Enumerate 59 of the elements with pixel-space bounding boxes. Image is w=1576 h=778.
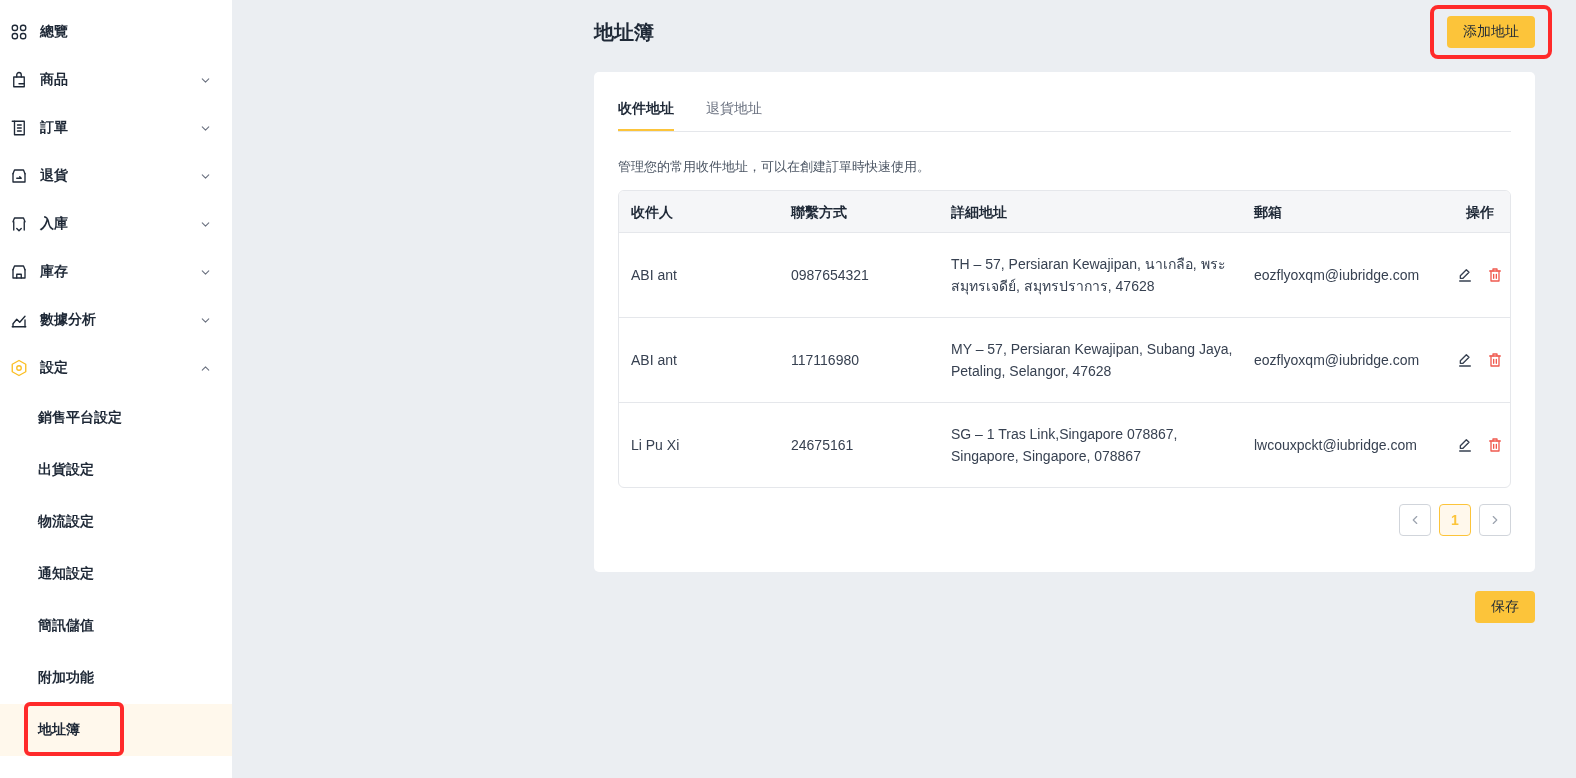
save-button[interactable]: 保存 [1475, 591, 1535, 623]
column-header: 操作 [1465, 202, 1495, 222]
table-cell-text: eozflyoxqm@iubridge.com [1253, 351, 1421, 370]
tab[interactable]: 退貨地址 [706, 96, 762, 131]
nav-label: 數據分析 [40, 311, 97, 329]
table-cell-text: Li Pu Xi [630, 436, 681, 455]
nav-item[interactable]: 總覽 [0, 8, 232, 56]
table-cell-text: TH – 57, Persiaran Kewajipan, นาเกลือ, พระสมุทรเจดีย์, สมุทรปราการ, 47628 [950, 255, 1227, 297]
add-address-button[interactable]: 添加地址 [1447, 16, 1535, 48]
nav-label: 商品 [40, 71, 69, 89]
grid-icon [10, 23, 28, 41]
description-text: 管理您的常用收件地址，可以在創建訂單時快速使用。 [618, 158, 931, 176]
table-cell-text: eozflyoxqm@iubridge.com [1253, 266, 1421, 285]
trash-icon[interactable] [1487, 352, 1503, 368]
nav-item[interactable]: 庫存 [0, 248, 232, 296]
table-cell-text: 0987654321 [790, 266, 870, 285]
nav-label: 庫存 [40, 263, 69, 281]
bag-icon [10, 71, 28, 89]
table-cell-text: SG – 1 Tras Link,Singapore 078867, Singapore, Singapore, 078867 [950, 425, 1179, 466]
nav-label: 設定 [40, 359, 69, 377]
nav-subitem[interactable]: 簡訊儲值 [0, 600, 232, 652]
column-header: 郵箱 [1253, 202, 1283, 222]
nav-item[interactable]: 訂單 [0, 104, 232, 152]
nav-item[interactable]: 數據分析 [0, 296, 232, 344]
store-return-icon [10, 167, 28, 185]
nav-subitem[interactable]: 附加功能 [0, 652, 232, 704]
nav-subitem[interactable]: 出貨設定 [0, 444, 232, 496]
tab[interactable]: 收件地址 [618, 96, 674, 131]
table-cell-text: 24675161 [790, 436, 855, 455]
nav-label: 訂單 [40, 119, 69, 137]
nav-subitem[interactable]: 通知設定 [0, 548, 232, 600]
edit-icon[interactable] [1457, 267, 1473, 283]
nav-label: 退貨 [40, 167, 69, 185]
store-icon [10, 263, 28, 281]
nav-item[interactable]: 商品 [0, 56, 232, 104]
nav-subitem[interactable]: 地址簿 [0, 704, 232, 756]
column-header: 詳細地址 [950, 202, 1008, 222]
page-title: 地址簿 [594, 19, 654, 45]
table-cell-text: ABI ant [630, 351, 678, 370]
table-cell-text: MY – 57, Persiaran Kewajipan, Subang Jaya, Petaling, Selangor, 47628 [950, 340, 1234, 381]
nav-item[interactable]: 入庫 [0, 200, 232, 248]
table-cell-text: 117116980 [790, 351, 860, 370]
nav-subitem[interactable]: 物流設定 [0, 496, 232, 548]
column-header: 收件人 [630, 202, 674, 222]
edit-icon[interactable] [1457, 352, 1473, 368]
nav-item[interactable]: 退貨 [0, 152, 232, 200]
hexagon-icon [10, 359, 28, 377]
trash-icon[interactable] [1487, 267, 1503, 283]
table-cell-text: ABI ant [630, 266, 678, 285]
nav-item[interactable]: 設定 [0, 344, 232, 392]
column-header: 聯繫方式 [789, 202, 848, 222]
store-arrow-icon [10, 215, 28, 233]
receipt-icon [10, 119, 28, 137]
table-cell-text: lwcouxpckt@iubridge.com [1253, 436, 1418, 455]
nav-label: 總覽 [40, 23, 69, 41]
nav-label: 入庫 [40, 215, 69, 233]
trash-icon[interactable] [1487, 437, 1503, 453]
edit-icon[interactable] [1457, 437, 1473, 453]
nav-subitem[interactable]: 銷售平台設定 [0, 392, 232, 444]
